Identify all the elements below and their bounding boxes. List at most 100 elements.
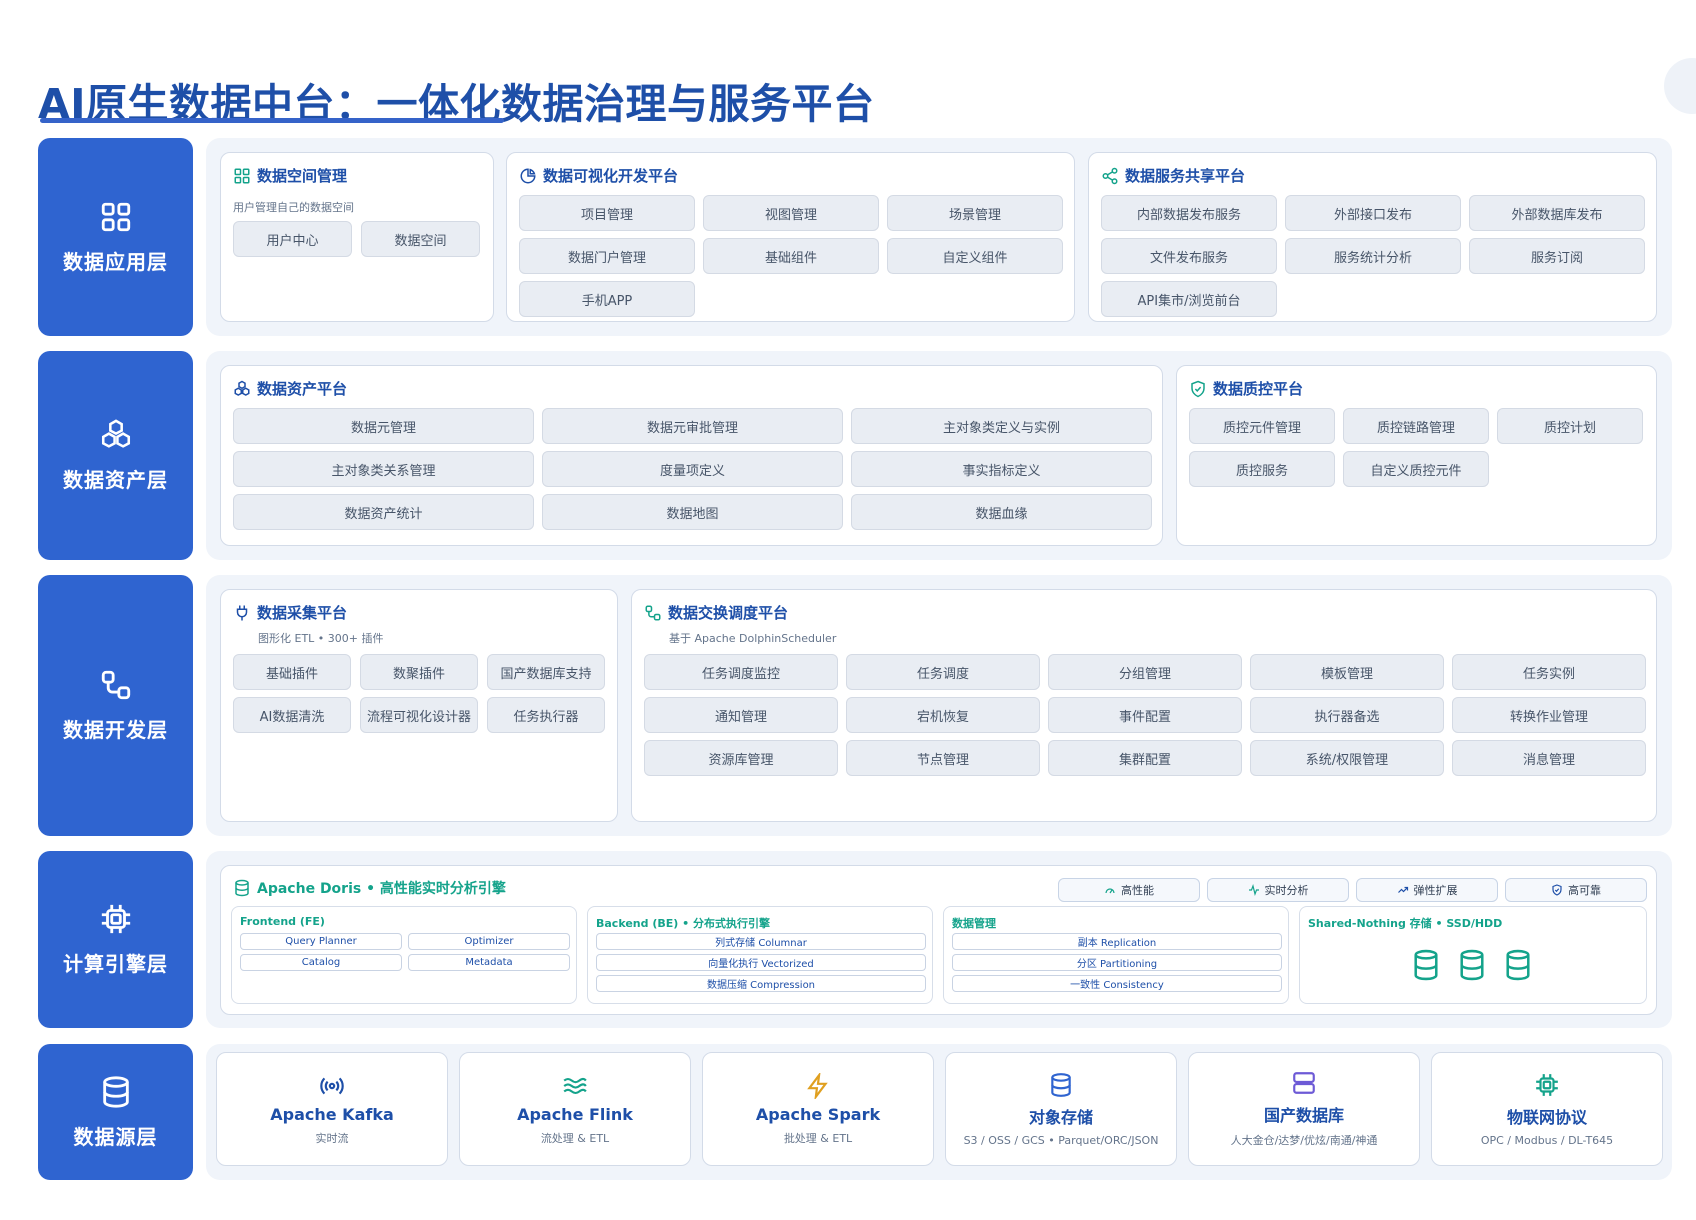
- shield-icon: [1552, 884, 1562, 896]
- database-icon: [102, 1075, 129, 1108]
- source-spark[interactable]: Apache Spark 批处理 & ETL: [702, 1052, 934, 1166]
- chip-element-approval[interactable]: 数据元审批管理: [542, 408, 843, 444]
- chip-master-object[interactable]: 主对象类定义与实例: [851, 408, 1152, 444]
- chip-view-manage[interactable]: 视图管理: [703, 195, 879, 231]
- source-flink[interactable]: Apache Flink 流处理 & ETL: [459, 1052, 691, 1166]
- chip-aggregate-plugin[interactable]: 数聚插件: [360, 654, 478, 690]
- chip-project-manage[interactable]: 项目管理: [519, 195, 695, 231]
- layer-label-asset: 数据资产层: [38, 351, 193, 560]
- chip-task-instance[interactable]: 任务实例: [1452, 654, 1646, 690]
- chip-event-config[interactable]: 事件配置: [1048, 697, 1242, 733]
- chip-basic-components[interactable]: 基础组件: [703, 238, 879, 274]
- chip-permission-manage[interactable]: 系统/权限管理: [1250, 740, 1444, 776]
- layer-panel-dev: 数据采集平台 图形化 ETL • 300+ 插件 基础插件 数聚插件 国产数据库…: [206, 575, 1672, 836]
- card-title: 数据资产平台: [257, 380, 348, 398]
- mini-compression: 数据压缩 Compression: [596, 975, 926, 992]
- chip-custom-components[interactable]: 自定义组件: [887, 238, 1063, 274]
- mini-replication: 副本 Replication: [952, 933, 1282, 950]
- grid-icon: [234, 168, 250, 183]
- card-subtitle: 基于 Apache DolphinScheduler: [669, 632, 837, 645]
- chip-qc-plan[interactable]: 质控计划: [1497, 408, 1643, 444]
- card-apache-doris: Apache Doris • 高性能实时分析引擎 高性能 实时分析 弹性扩展 高…: [220, 865, 1657, 1015]
- sub-card-backend: Backend (BE) • 分布式执行引擎 列式存储 Columnar 向量化…: [587, 906, 933, 1004]
- chip-executor-backup[interactable]: 执行器备选: [1250, 697, 1444, 733]
- chip-service-subscribe[interactable]: 服务订阅: [1469, 238, 1645, 274]
- sub-card-title: 数据管理: [952, 917, 996, 930]
- chip-internal-publish[interactable]: 内部数据发布服务: [1101, 195, 1277, 231]
- chip-data-space[interactable]: 数据空间: [361, 221, 480, 257]
- chip-qc-chain[interactable]: 质控链路管理: [1343, 408, 1489, 444]
- source-desc: 人大金仓/达梦/优炫/南通/神通: [1230, 1134, 1378, 1147]
- chip-flow-designer[interactable]: 流程可视化设计器: [360, 697, 478, 733]
- layer-name: 计算引擎层: [63, 952, 168, 976]
- mini-partitioning: 分区 Partitioning: [952, 954, 1282, 971]
- chip-file-publish[interactable]: 文件发布服务: [1101, 238, 1277, 274]
- chip-cluster-config[interactable]: 集群配置: [1048, 740, 1242, 776]
- chip-job-manage[interactable]: 转换作业管理: [1452, 697, 1646, 733]
- chip-resource-manage[interactable]: 资源库管理: [644, 740, 838, 776]
- chip-external-db[interactable]: 外部数据库发布: [1469, 195, 1645, 231]
- card-data-space: 数据空间管理 用户管理自己的数据空间 用户中心 数据空间: [220, 152, 494, 322]
- chip-schedule-monitor[interactable]: 任务调度监控: [644, 654, 838, 690]
- sub-card-title: Backend (BE) • 分布式执行引擎: [596, 917, 770, 930]
- chip-mobile-app[interactable]: 手机APP: [519, 281, 695, 317]
- corner-decoration: [1664, 58, 1696, 114]
- source-iot-protocol[interactable]: 物联网协议 OPC / Modbus / DL-T645: [1431, 1052, 1663, 1166]
- chip-qc-service[interactable]: 质控服务: [1189, 451, 1335, 487]
- chip-template-manage[interactable]: 模板管理: [1250, 654, 1444, 690]
- chip-portal-manage[interactable]: 数据门户管理: [519, 238, 695, 274]
- card-title: 数据质控平台: [1213, 380, 1304, 398]
- layer-label-app: 数据应用层: [38, 138, 193, 336]
- layer-label-source: 数据源层: [38, 1044, 193, 1180]
- chip-data-element[interactable]: 数据元管理: [233, 408, 534, 444]
- sub-card-storage: Shared-Nothing 存储 • SSD/HDD: [1299, 906, 1647, 1004]
- chip-task-schedule[interactable]: 任务调度: [846, 654, 1040, 690]
- chip-data-map[interactable]: 数据地图: [542, 494, 843, 530]
- chip-qc-custom[interactable]: 自定义质控元件: [1343, 451, 1489, 487]
- disk-icon: [1506, 949, 1530, 981]
- cubes-icon: [101, 419, 130, 448]
- chip-message-manage[interactable]: 消息管理: [1452, 740, 1646, 776]
- chip-fact-metric[interactable]: 事实指标定义: [851, 451, 1152, 487]
- database-icon: [1051, 1072, 1071, 1097]
- source-name: Apache Flink: [517, 1104, 633, 1124]
- card-subtitle: 图形化 ETL • 300+ 插件: [258, 632, 384, 645]
- card-data-exchange: 数据交换调度平台 基于 Apache DolphinScheduler 任务调度…: [631, 589, 1657, 822]
- chip-basic-plugin[interactable]: 基础插件: [233, 654, 351, 690]
- chip-node-manage[interactable]: 节点管理: [846, 740, 1040, 776]
- card-title: 数据空间管理: [257, 167, 348, 185]
- layer-name: 数据资产层: [63, 468, 168, 492]
- chip-api-market[interactable]: API集市/浏览前台: [1101, 281, 1277, 317]
- chip-external-api[interactable]: 外部接口发布: [1285, 195, 1461, 231]
- mini-columnar: 列式存储 Columnar: [596, 933, 926, 950]
- source-desc: 实时流: [315, 1131, 349, 1145]
- sub-card-frontend: Frontend (FE) Query Planner Optimizer Ca…: [231, 906, 577, 1004]
- chip-measure-define[interactable]: 度量项定义: [542, 451, 843, 487]
- source-name: Apache Spark: [755, 1104, 881, 1124]
- card-title: 数据服务共享平台: [1125, 167, 1246, 185]
- pie-chart-icon: [520, 167, 536, 183]
- chip-domestic-db[interactable]: 国产数据库支持: [487, 654, 605, 690]
- layer-panel-engine: Apache Doris • 高性能实时分析引擎 高性能 实时分析 弹性扩展 高…: [206, 851, 1672, 1028]
- chip-task-executor[interactable]: 任务执行器: [487, 697, 605, 733]
- chip-data-lineage[interactable]: 数据血缘: [851, 494, 1152, 530]
- source-kafka[interactable]: Apache Kafka 实时流: [216, 1052, 448, 1166]
- badge-elastic: 弹性扩展: [1356, 878, 1498, 902]
- chip-user-center[interactable]: 用户中心: [233, 221, 352, 257]
- chip-service-stats[interactable]: 服务统计分析: [1285, 238, 1461, 274]
- chip-asset-stats[interactable]: 数据资产统计: [233, 494, 534, 530]
- source-desc: S3 / OSS / GCS • Parquet/ORC/JSON: [963, 1133, 1159, 1147]
- chip-crash-recovery[interactable]: 宕机恢复: [846, 697, 1040, 733]
- trend-up-icon: [1397, 886, 1408, 893]
- source-domestic-db[interactable]: 国产数据库 人大金仓/达梦/优炫/南通/神通: [1188, 1052, 1420, 1166]
- chip-group-manage[interactable]: 分组管理: [1048, 654, 1242, 690]
- source-object-storage[interactable]: 对象存储 S3 / OSS / GCS • Parquet/ORC/JSON: [945, 1052, 1177, 1166]
- chip-scene-manage[interactable]: 场景管理: [887, 195, 1063, 231]
- chip-qc-element[interactable]: 质控元件管理: [1189, 408, 1335, 444]
- card-quality-control: 数据质控平台 质控元件管理 质控链路管理 质控计划 质控服务 自定义质控元件: [1176, 365, 1657, 546]
- chip-object-relation[interactable]: 主对象类关系管理: [233, 451, 534, 487]
- chip-notify-manage[interactable]: 通知管理: [644, 697, 838, 733]
- mini-vectorized: 向量化执行 Vectorized: [596, 954, 926, 971]
- sub-card-title: Shared-Nothing 存储 • SSD/HDD: [1308, 917, 1503, 930]
- chip-ai-clean[interactable]: AI数据清洗: [233, 697, 351, 733]
